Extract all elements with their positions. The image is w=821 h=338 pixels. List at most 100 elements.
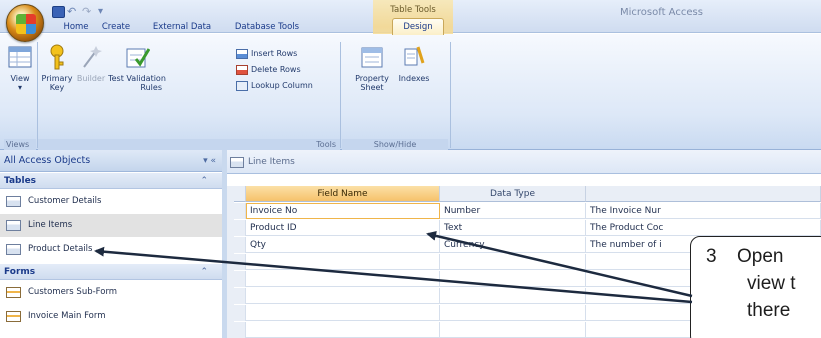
undo-icon[interactable]: ↶ <box>67 6 80 18</box>
property-sheet-button[interactable]: Property Sheet <box>352 43 392 92</box>
field-name-cell[interactable] <box>246 305 440 321</box>
primary-key-line2: Key <box>49 83 65 92</box>
tab-external-data[interactable]: External Data <box>143 20 221 34</box>
indexes-button[interactable]: Indexes <box>394 43 434 83</box>
nav-item-label: Line Items <box>28 220 73 230</box>
customize-qat-icon[interactable]: ▾ <box>98 6 111 18</box>
nav-item-label: Product Details <box>28 244 93 254</box>
field-name-cell[interactable]: Invoice No <box>246 203 440 219</box>
datasheet-view-icon <box>7 43 33 71</box>
data-type-cell[interactable] <box>440 305 586 321</box>
field-name-cell[interactable]: Qty <box>246 237 440 253</box>
field-name-cell[interactable] <box>246 271 440 287</box>
description-cell[interactable]: The Product Coc <box>586 220 821 236</box>
view-button[interactable]: View ▾ <box>6 43 34 92</box>
description-cell[interactable]: The Invoice Nur <box>586 203 821 219</box>
nav-group-tables[interactable]: Tables ⌃ <box>0 173 222 189</box>
office-button[interactable] <box>6 4 44 42</box>
nav-item-line-items[interactable]: Line Items <box>0 214 222 237</box>
nav-item-invoice-main-form[interactable]: Invoice Main Form <box>0 305 222 328</box>
column-header-field-name[interactable]: Field Name <box>246 186 440 202</box>
document-tab-bar <box>227 150 821 174</box>
column-header-data-type[interactable]: Data Type <box>440 186 586 202</box>
callout-step-number: 3 <box>706 246 717 267</box>
nav-group-forms[interactable]: Forms ⌃ <box>0 264 222 280</box>
nav-item-label: Customer Details <box>28 196 102 206</box>
primary-key-button[interactable]: Primary Key <box>40 43 74 92</box>
select-all-corner[interactable] <box>234 186 246 202</box>
delete-rows-label: Delete Rows <box>251 65 301 74</box>
property-sheet-icon <box>359 43 385 71</box>
builder-button[interactable]: Builder <box>74 43 108 83</box>
nav-pane-shutter-icon[interactable]: ▾ « <box>170 150 220 172</box>
tab-design[interactable]: Design <box>392 18 444 35</box>
test-rules-line2: Rules <box>140 83 162 92</box>
key-icon <box>44 43 70 71</box>
data-type-cell[interactable]: Text <box>440 220 586 236</box>
insert-rows-icon <box>236 49 248 59</box>
lookup-column-button[interactable]: Lookup Column <box>236 79 313 93</box>
group-separator <box>340 42 341 148</box>
lookup-column-label: Lookup Column <box>251 81 313 90</box>
indexes-label: Indexes <box>398 74 430 83</box>
column-header-description[interactable] <box>586 186 821 202</box>
test-rules-line1: Test Validation <box>108 74 166 83</box>
indexes-icon <box>401 43 427 71</box>
delete-rows-icon <box>236 65 248 75</box>
data-type-cell[interactable] <box>440 254 586 270</box>
group-label-tools: Tools <box>38 139 340 150</box>
nav-group-label: Forms <box>4 267 36 277</box>
tab-create[interactable]: Create <box>97 20 135 34</box>
test-validation-rules-button[interactable]: Test Validation Rules <box>108 43 166 92</box>
table-tools-label: Table Tools <box>390 5 436 15</box>
field-name-cell[interactable]: Product ID <box>246 220 440 236</box>
data-type-cell[interactable]: Number <box>440 203 586 219</box>
property-sheet-line2: Sheet <box>360 83 384 92</box>
table-row[interactable]: Product ID Text The Product Coc <box>234 220 821 236</box>
nav-item-customers-sub-form[interactable]: Customers Sub-Form <box>0 281 222 304</box>
validation-check-icon <box>124 43 151 71</box>
form-icon <box>6 311 21 322</box>
nav-item-product-details[interactable]: Product Details <box>0 238 222 261</box>
table-icon <box>6 196 21 207</box>
data-type-cell[interactable]: Currency <box>440 237 586 253</box>
table-row[interactable]: Invoice No Number The Invoice Nur <box>234 203 821 219</box>
group-label-views: Views <box>4 139 36 150</box>
group-separator <box>37 42 38 148</box>
insert-rows-label: Insert Rows <box>251 49 298 58</box>
row-selector[interactable] <box>234 254 246 270</box>
row-selector[interactable] <box>234 237 246 253</box>
nav-item-customer-details[interactable]: Customer Details <box>0 190 222 213</box>
row-selector[interactable] <box>234 271 246 287</box>
row-selector[interactable] <box>234 305 246 321</box>
row-selector[interactable] <box>234 322 246 338</box>
document-tab-line-items[interactable]: Line Items <box>248 150 295 174</box>
field-name-cell[interactable] <box>246 288 440 304</box>
field-name-cell[interactable] <box>246 322 440 338</box>
grid-border <box>227 186 234 338</box>
row-selector[interactable] <box>234 288 246 304</box>
table-icon <box>6 244 21 255</box>
callout-text-line3: there <box>747 300 791 321</box>
redo-icon[interactable]: ↷ <box>82 6 95 18</box>
nav-group-label: Tables <box>4 176 37 186</box>
data-type-cell[interactable] <box>440 271 586 287</box>
row-selector[interactable] <box>234 203 246 219</box>
window-title: Microsoft Access <box>620 7 703 18</box>
field-name-cell[interactable] <box>246 254 440 270</box>
group-label-show-hide: Show/Hide <box>342 139 448 150</box>
builder-wand-icon <box>78 43 104 71</box>
lookup-column-icon <box>236 81 248 91</box>
primary-key-line1: Primary <box>41 74 73 83</box>
insert-rows-button[interactable]: Insert Rows <box>236 47 297 61</box>
data-type-cell[interactable] <box>440 322 586 338</box>
tab-database-tools[interactable]: Database Tools <box>228 20 306 34</box>
data-type-cell[interactable] <box>440 288 586 304</box>
nav-item-label: Customers Sub-Form <box>28 287 118 297</box>
callout-text-line2: view t <box>747 273 796 294</box>
tab-home[interactable]: Home <box>57 20 95 34</box>
row-selector[interactable] <box>234 220 246 236</box>
table-icon <box>230 157 244 168</box>
delete-rows-button[interactable]: Delete Rows <box>236 63 301 77</box>
save-icon[interactable] <box>52 6 65 18</box>
